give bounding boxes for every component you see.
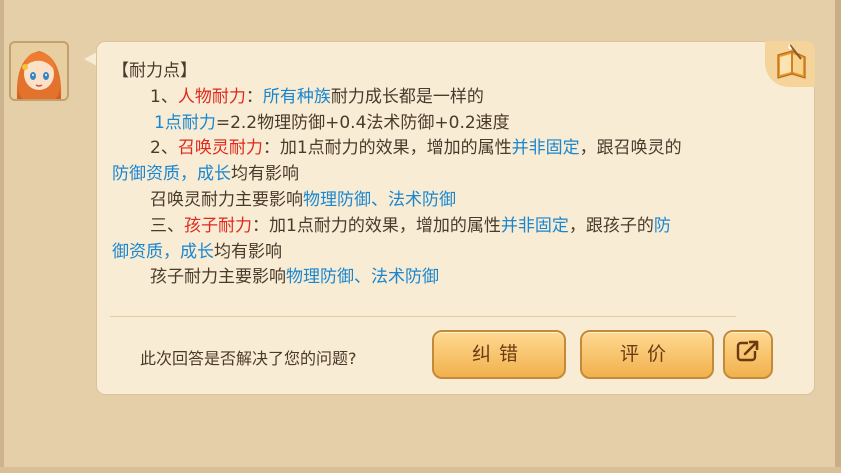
girl-avatar-icon xyxy=(11,43,67,99)
answer-line-3: 2、召唤灵耐力：加1点耐力的效果，增加的属性并非固定，跟召唤灵的 xyxy=(112,136,772,162)
text-segment: 召唤灵耐力主要影响 xyxy=(150,189,303,210)
text-segment: =2.2物理防御+0.4法术防御+0.2速度 xyxy=(215,112,510,133)
list-number: 1、 xyxy=(150,86,178,107)
divider xyxy=(110,316,736,317)
text-segment: ：加1点耐力的效果，增加的属性 xyxy=(252,215,501,236)
answer-heading: 【耐力点】 xyxy=(112,61,197,81)
answer-content: 【耐力点】 1、人物耐力：所有种族耐力成长都是一样的 1点耐力=2.2物理防御+… xyxy=(112,59,772,291)
text-segment: 耐力成长都是一样的 xyxy=(330,86,484,107)
keyword-blue: 防 xyxy=(653,215,671,236)
answer-line-4: 防御资质，成长均有影响 xyxy=(112,162,772,188)
window-bottom-edge xyxy=(0,467,841,473)
keyword-blue: 并非固定 xyxy=(511,138,580,159)
list-number: 三、 xyxy=(150,215,184,236)
answer-line-6: 三、孩子耐力：加1点耐力的效果，增加的属性并非固定，跟孩子的防 xyxy=(112,214,772,240)
keyword-red: 孩子耐力 xyxy=(184,215,252,236)
text-segment: 孩子耐力主要影响 xyxy=(150,267,286,288)
answer-line-1: 1、人物耐力：所有种族耐力成长都是一样的 xyxy=(112,85,772,111)
keyword-blue: ， xyxy=(180,164,197,185)
text-segment: ： xyxy=(245,86,263,107)
avatar xyxy=(9,41,69,101)
list-number: 2、 xyxy=(150,138,178,159)
keyword-blue: 1点耐力 xyxy=(154,112,216,133)
keyword-blue: 防御资质 xyxy=(112,164,180,185)
book-icon-graphic xyxy=(777,44,806,79)
keyword-blue: 并非固定 xyxy=(500,215,569,236)
answer-line-7: 御资质，成长均有影响 xyxy=(112,240,772,266)
keyword-blue: 所有种族 xyxy=(262,86,331,107)
feedback-question: 此次回答是否解决了您的问题? xyxy=(140,349,357,368)
share-arrow-icon xyxy=(736,340,759,362)
text-segment: 均有影响 xyxy=(231,164,299,185)
rate-button[interactable]: 评价 xyxy=(580,330,714,379)
text-segment: ，跟孩子的 xyxy=(568,215,654,236)
keyword-blue: 物理防御、法术防御 xyxy=(303,189,456,210)
answer-line-2: 1点耐力=2.2物理防御+0.4法术防御+0.2速度 xyxy=(112,111,772,137)
book-quill-icon[interactable] xyxy=(765,41,815,87)
text-segment: ，跟召唤灵的 xyxy=(579,138,682,159)
report-error-button[interactable]: 纠错 xyxy=(432,330,566,379)
keyword-blue: 成长 xyxy=(197,164,231,185)
keyword-blue: 成长 xyxy=(180,241,214,262)
text-segment: 均有影响 xyxy=(214,241,282,262)
keyword-red: 召唤灵耐力 xyxy=(177,138,263,159)
share-button[interactable] xyxy=(723,330,773,379)
keyword-blue: 御资质 xyxy=(112,241,163,262)
text-segment: ：加1点耐力的效果，增加的属性 xyxy=(262,138,512,159)
keyword-blue: ， xyxy=(163,241,180,262)
window-right-edge xyxy=(835,0,841,473)
window-left-edge xyxy=(0,0,4,473)
answer-line-5: 召唤灵耐力主要影响物理防御、法术防御 xyxy=(112,188,772,214)
keyword-blue: 物理防御、法术防御 xyxy=(286,267,439,288)
answer-line-8: 孩子耐力主要影响物理防御、法术防御 xyxy=(112,265,772,291)
keyword-red: 人物耐力 xyxy=(177,86,246,107)
